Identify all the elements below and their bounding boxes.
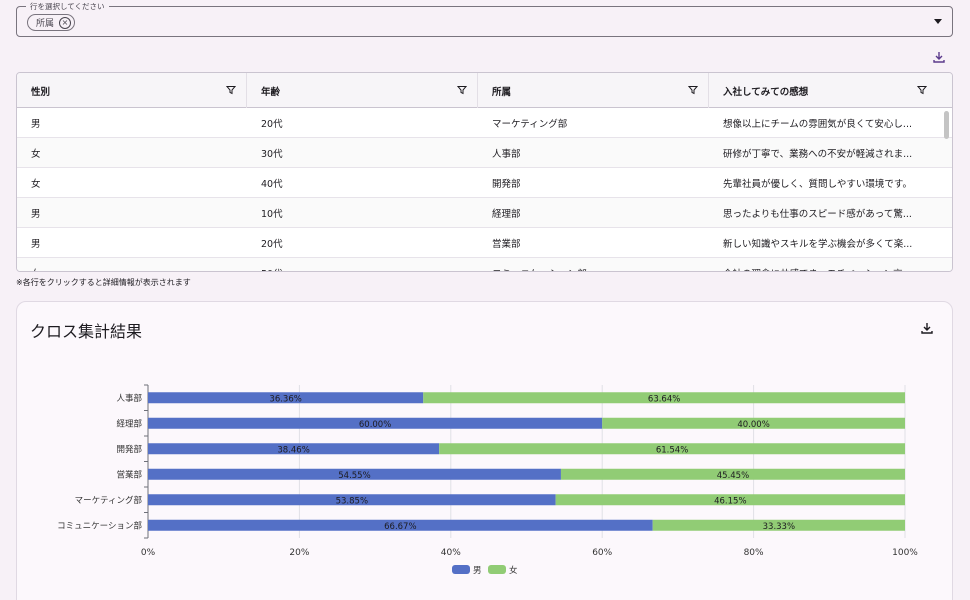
table-cell: 思ったよりも仕事のスピード感があって驚... (723, 209, 912, 220)
data-label: 61.54% (656, 445, 688, 455)
table-cell: 20代 (261, 119, 283, 130)
table-row[interactable]: 女 40代 開発部 先輩社員が優しく、質問しやすい環境です。 (17, 168, 952, 198)
table-row[interactable]: 男 20代 営業部 新しい知識やスキルを学ぶ機会が多くて楽... (17, 228, 952, 258)
y-tick-label: 営業部 (116, 469, 142, 480)
data-label: 38.46% (277, 445, 309, 455)
column-header-impression[interactable]: 入社してみての感想 (709, 73, 937, 108)
table-cell: 先輩社員が優しく、質問しやすい環境です。 (723, 179, 912, 190)
x-tick-label: 100% (892, 548, 918, 558)
cross-tab-card: クロス集計結果 0% 20% 40% 60% 80% 100% 人事部 36.36% 63.64… (16, 301, 953, 600)
table-cell: 男 (31, 239, 41, 250)
filter-chip-label: 所属 (36, 19, 55, 29)
x-tick-label: 80% (744, 548, 764, 558)
table-cell: 研修が丁寧で、業務への不安が軽減されま... (723, 149, 913, 160)
row-select-field[interactable]: 行を選択してください 所属 × (16, 1, 953, 37)
table-cell: マーケティング部 (492, 119, 568, 130)
table-cell: 営業部 (492, 239, 521, 250)
y-tick-label: 人事部 (116, 393, 142, 404)
table-cell: 開発部 (492, 179, 521, 190)
table-cell: 人事部 (492, 149, 521, 160)
row-select-label: 行を選択してください (26, 1, 109, 12)
table-cell: 想像以上にチームの雰囲気が良くて安心し... (723, 119, 912, 130)
data-label: 36.36% (269, 394, 301, 404)
data-label: 53.85% (336, 496, 368, 506)
x-tick-label: 20% (289, 548, 309, 558)
table-cell: コミュニケーション部 (478, 258, 709, 271)
caret-down-icon[interactable] (934, 19, 942, 24)
column-header-department[interactable]: 所属 (478, 73, 709, 108)
column-header-age[interactable]: 年齢 (247, 73, 478, 108)
data-label: 63.64% (648, 394, 680, 404)
table-cell: 男 (31, 209, 41, 220)
table-hint: ※各行をクリックすると詳細情報が表示されます (16, 278, 191, 287)
data-table: 性別 年齢 所属 入社してみての感想 男 20代 マーケティング部 想像以上にチ… (16, 72, 953, 272)
table-cell: 50代 (247, 258, 478, 271)
table-body: 男 20代 マーケティング部 想像以上にチームの雰囲気が良くて安心し... 女 … (17, 108, 952, 271)
data-label: 40.00% (737, 420, 769, 430)
table-row[interactable]: 女 30代 人事部 研修が丁寧で、業務への不安が軽減されま... (17, 138, 952, 168)
legend-swatch (488, 565, 506, 574)
legend-label: 女 (509, 565, 518, 576)
table-cell: 40代 (261, 179, 283, 190)
download-icon[interactable] (932, 50, 946, 64)
filter-icon[interactable] (457, 85, 467, 95)
table-cell: 20代 (261, 239, 283, 250)
filter-icon[interactable] (688, 85, 698, 95)
legend-swatch (452, 565, 470, 574)
table-cell: 女 (17, 258, 247, 271)
legend-label: 男 (473, 566, 482, 576)
table-cell: 30代 (261, 149, 283, 160)
table-cell: 男 (31, 119, 41, 130)
data-label: 46.15% (714, 496, 746, 506)
x-tick-label: 40% (441, 548, 461, 558)
table-cell: 新しい知識やスキルを学ぶ機会が多くて楽... (723, 239, 913, 250)
data-label: 60.00% (359, 420, 391, 430)
table-cell: 10代 (261, 209, 283, 220)
table-row[interactable]: 男 10代 経理部 思ったよりも仕事のスピード感があって驚... (17, 198, 952, 228)
y-tick-label: コミュニケーション部 (57, 520, 142, 531)
x-tick-label: 60% (592, 548, 612, 558)
table-row[interactable]: 女 50代 コミュニケーション部 会社の理念に共感でき、モチベーション高... (17, 258, 952, 271)
y-tick-label: 開発部 (116, 444, 142, 455)
y-tick-label: 経理部 (116, 418, 142, 429)
table-header: 性別 年齢 所属 入社してみての感想 (17, 73, 952, 108)
data-label: 54.55% (338, 471, 370, 481)
table-cell: 経理部 (492, 209, 521, 220)
table-cell: 会社の理念に共感でき、モチベーション高... (709, 258, 937, 271)
table-cell: 女 (31, 149, 41, 160)
filter-chip[interactable]: 所属 × (27, 14, 76, 31)
table-row[interactable]: 男 20代 マーケティング部 想像以上にチームの雰囲気が良くて安心し... (17, 108, 952, 138)
table-cell: 女 (31, 179, 41, 190)
filter-icon[interactable] (917, 85, 927, 95)
data-label: 45.45% (717, 471, 749, 481)
data-label: 33.33% (763, 522, 795, 532)
filter-icon[interactable] (226, 85, 236, 95)
table-scrollbar[interactable] (944, 111, 949, 139)
y-tick-label: マーケティング部 (75, 495, 143, 506)
stacked-bar-chart: 0% 20% 40% 60% 80% 100% 人事部 36.36% 63.64% 経理部 60.0… (57, 384, 918, 576)
data-label: 66.67% (384, 522, 416, 532)
close-circle-icon[interactable]: × (59, 16, 72, 29)
x-tick-label: 0% (141, 548, 156, 558)
column-header-gender[interactable]: 性別 (17, 73, 247, 108)
